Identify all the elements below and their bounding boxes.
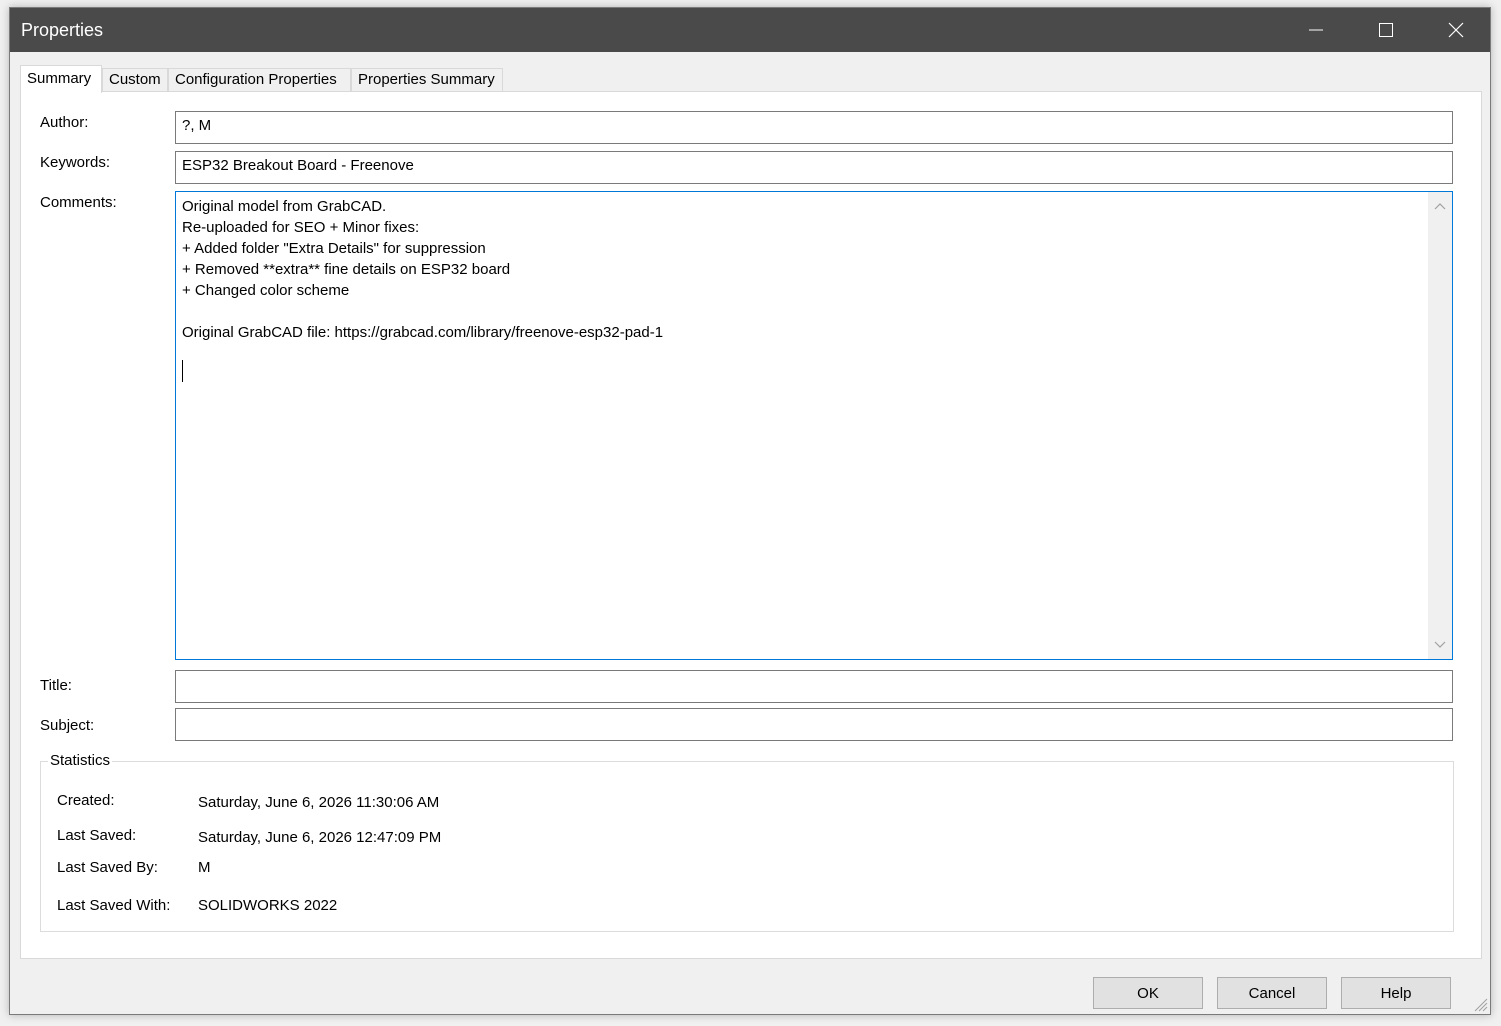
last-saved-with-label: Last Saved With: xyxy=(57,897,171,914)
comment-line: + Changed color scheme xyxy=(182,282,350,299)
subject-label: Subject: xyxy=(40,717,95,734)
comment-line: Original model from GrabCAD. xyxy=(182,198,387,215)
last-saved-by-value: M xyxy=(198,859,211,876)
keywords-field[interactable]: ESP32 Breakout Board - Freenove xyxy=(175,151,1453,184)
close-icon xyxy=(1448,22,1464,38)
scroll-up-button[interactable] xyxy=(1432,198,1448,214)
resize-grip-icon[interactable] xyxy=(1472,996,1488,1012)
keywords-value: ESP32 Breakout Board - Freenove xyxy=(182,157,414,174)
comment-line: + Added folder "Extra Details" for suppr… xyxy=(182,240,486,257)
comment-line: Original GrabCAD file: https://grabcad.c… xyxy=(182,324,664,341)
title-label: Title: xyxy=(40,677,72,694)
maximize-icon xyxy=(1379,23,1393,37)
tab-properties-summary-label: Properties Summary xyxy=(358,71,495,88)
created-label: Created: xyxy=(57,792,115,809)
author-label: Author: xyxy=(40,114,89,131)
last-saved-by-label: Last Saved By: xyxy=(57,859,158,876)
comment-line xyxy=(182,301,1422,322)
statistics-group: Statistics Created: Saturday, June 6, 20… xyxy=(40,752,1454,932)
last-saved-value: Saturday, June 6, 2026 12:47:09 PM xyxy=(198,829,442,846)
tab-custom[interactable]: Custom xyxy=(102,68,168,92)
window-title: Properties xyxy=(21,20,104,40)
tab-summary[interactable]: Summary xyxy=(20,65,102,93)
tab-configuration-properties-label: Configuration Properties xyxy=(175,71,337,88)
tab-summary-label: Summary xyxy=(27,70,92,87)
comments-label: Comments: xyxy=(40,194,117,211)
help-button[interactable]: Help xyxy=(1341,977,1451,1009)
statistics-legend: Statistics xyxy=(48,752,113,769)
created-value: Saturday, June 6, 2026 11:30:06 AM xyxy=(198,794,440,811)
summary-panel: Author: ?, M Keywords: ESP32 Breakout Bo… xyxy=(20,91,1482,959)
minimize-button[interactable] xyxy=(1293,8,1339,52)
tab-properties-summary[interactable]: Properties Summary xyxy=(351,68,503,92)
author-value: ?, M xyxy=(182,117,212,134)
scroll-down-button[interactable] xyxy=(1432,637,1448,653)
tab-custom-label: Custom xyxy=(109,71,161,88)
comments-text: Original model from GrabCAD. Re-uploaded… xyxy=(182,196,1422,343)
comment-line: + Removed **extra** fine details on ESP3… xyxy=(182,261,511,278)
comments-textarea[interactable]: Original model from GrabCAD. Re-uploaded… xyxy=(175,191,1453,660)
text-caret xyxy=(182,360,183,382)
last-saved-label: Last Saved: xyxy=(57,827,137,844)
comment-line: Re-uploaded for SEO + Minor fixes: xyxy=(182,219,420,236)
cancel-button[interactable]: Cancel xyxy=(1217,977,1327,1009)
last-saved-with-value: SOLIDWORKS 2022 xyxy=(198,897,338,914)
keywords-label: Keywords: xyxy=(40,154,111,171)
maximize-button[interactable] xyxy=(1363,8,1409,52)
author-field[interactable]: ?, M xyxy=(175,111,1453,144)
comments-scrollbar[interactable] xyxy=(1428,192,1452,659)
properties-dialog: Properties Summary Custom Configuration … xyxy=(9,7,1491,1015)
title-bar[interactable]: Properties xyxy=(10,8,1490,52)
close-button[interactable] xyxy=(1433,8,1479,52)
subject-field[interactable] xyxy=(175,708,1453,741)
ok-button[interactable]: OK xyxy=(1093,977,1203,1009)
tab-configuration-properties[interactable]: Configuration Properties xyxy=(168,68,351,92)
title-field[interactable] xyxy=(175,670,1453,703)
minimize-icon xyxy=(1309,29,1323,31)
scroll-down-icon xyxy=(1434,641,1446,648)
scroll-up-icon xyxy=(1434,203,1446,210)
